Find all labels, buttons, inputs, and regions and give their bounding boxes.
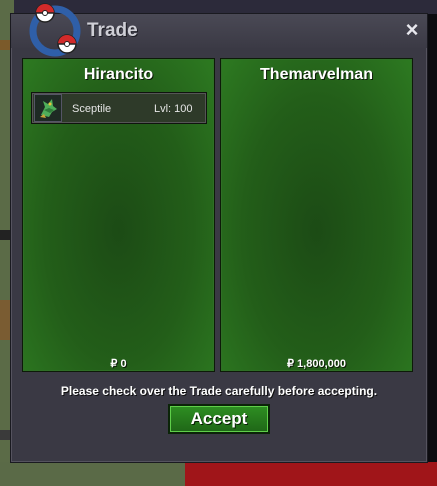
trade-notice: Please check over the Trade carefully be… [60,384,378,398]
player-name-left: Hirancito [83,66,154,83]
accept-button[interactable]: Accept [168,404,270,434]
item-level: Lvl: 100 [154,103,193,115]
close-icon[interactable]: × [401,19,423,41]
item-name: Sceptile [72,103,112,115]
window-title: Trade [87,20,138,41]
money-left: ₽ 0 [110,358,127,370]
game-world-red-carpet [185,462,437,486]
sceptile-sprite-icon [34,94,62,122]
money-right: ₽ 1,800,000 [287,358,346,370]
pokeball-logo-icon [29,3,81,57]
offer-item-slot[interactable]: Sceptile Lvl: 100 [31,92,207,124]
their-offer-panel: Themarvelman ₽ 1,800,000 [220,58,413,372]
my-offer-panel: Hirancito Sceptile Lvl: 100 ₽ 0 [22,58,215,372]
trade-window: Trade × Hirancito Sceptile Lvl: 100 ₽ 0 … [10,3,428,463]
player-name-right: Themarvelman [260,66,373,83]
